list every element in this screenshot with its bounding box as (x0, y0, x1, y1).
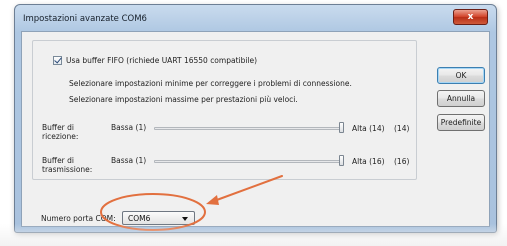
defaults-button[interactable]: Predefinite (437, 114, 485, 131)
transmit-low-label: Bassa (1) (111, 156, 147, 165)
title-bar[interactable]: Impostazioni avanzate COM6 x (15, 5, 496, 31)
chevron-down-icon[interactable] (182, 217, 188, 221)
fifo-checkbox[interactable] (53, 55, 62, 65)
receive-buffer-label-2: ricezione: (42, 132, 79, 141)
bottom-shadow (0, 224, 507, 246)
close-button[interactable]: x (453, 9, 488, 25)
checkmark-icon (54, 55, 62, 64)
transmit-current-value: (16) (394, 157, 410, 166)
hint-minimum: Selezionare impostazioni minime per corr… (69, 79, 352, 88)
receive-buffer-label-1: Buffer di (42, 123, 74, 132)
window-title: Impostazioni avanzate COM6 (23, 14, 147, 24)
hint-maximum: Selezionare impostazioni massime per pre… (69, 95, 298, 104)
ok-button[interactable]: OK (437, 67, 485, 84)
transmit-buffer-slider-thumb[interactable] (339, 155, 344, 166)
transmit-buffer-label-1: Buffer di (42, 156, 74, 165)
transmit-buffer-label-2: trasmissione: (42, 165, 93, 174)
receive-low-label: Bassa (1) (111, 123, 147, 132)
receive-current-value: (14) (394, 124, 410, 133)
receive-buffer-track[interactable] (154, 127, 344, 130)
advanced-settings-dialog: Impostazioni avanzate COM6 x Usa buffer … (14, 4, 497, 233)
fifo-label: Usa buffer FIFO (richiede UART 16550 com… (66, 56, 258, 65)
com-port-label: Numero porta COM: (41, 214, 116, 223)
receive-high-label: Alta (14) (352, 124, 385, 133)
com-port-dropdown[interactable]: COM6 (122, 211, 195, 225)
transmit-buffer-track[interactable] (154, 160, 344, 163)
fifo-option[interactable]: Usa buffer FIFO (richiede UART 16550 com… (53, 55, 258, 65)
cancel-button[interactable]: Annulla (437, 90, 485, 107)
receive-buffer-slider-thumb[interactable] (339, 122, 344, 133)
dialog-body: Usa buffer FIFO (richiede UART 16550 com… (21, 31, 490, 227)
com-port-value: COM6 (128, 214, 151, 223)
transmit-high-label: Alta (16) (352, 157, 385, 166)
